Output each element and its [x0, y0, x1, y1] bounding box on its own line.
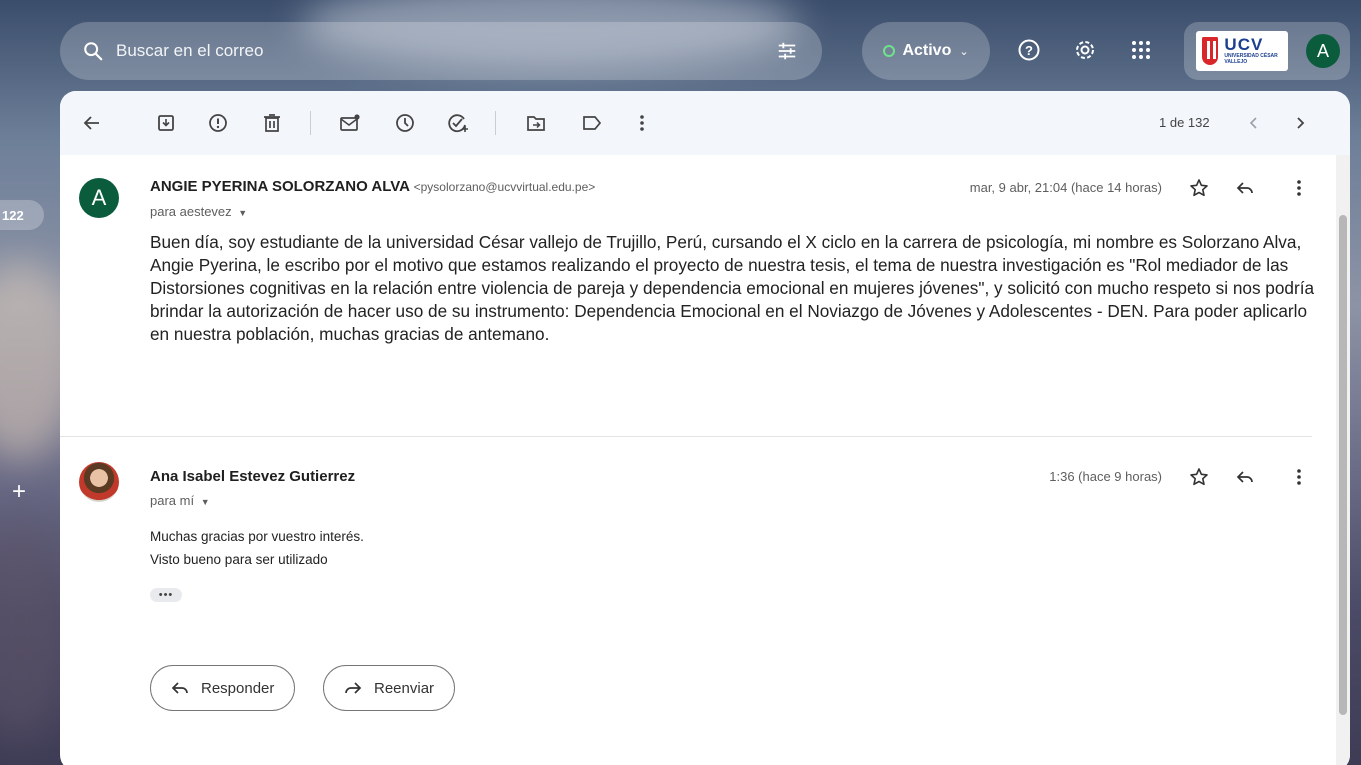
help-icon[interactable]: ?	[1016, 37, 1042, 63]
reply-icon[interactable]	[1234, 466, 1256, 488]
recipient-text: para aestevez	[150, 204, 232, 219]
message-body-line: Visto bueno para ser utilizado	[150, 552, 328, 567]
status-dropdown[interactable]: Activo ⌄	[862, 22, 990, 80]
scrollbar-thumb[interactable]	[1339, 215, 1347, 715]
move-to-folder-icon[interactable]	[524, 111, 548, 135]
recipient-details[interactable]: para mí ▼	[150, 493, 210, 508]
logo-text: UCV	[1224, 35, 1264, 54]
sender-photo-avatar[interactable]	[79, 462, 119, 502]
message-divider	[60, 436, 1312, 437]
search-icon	[84, 42, 103, 61]
chevron-down-icon: ⌄	[959, 45, 969, 58]
more-options-icon[interactable]	[630, 111, 654, 135]
message-more-options-icon[interactable]	[1288, 466, 1310, 488]
unread-count-badge[interactable]: 122	[0, 200, 44, 230]
recipient-text: para mí	[150, 493, 195, 508]
report-spam-icon[interactable]	[206, 111, 230, 135]
mark-unread-icon[interactable]	[338, 111, 362, 135]
label-tag-icon[interactable]	[580, 111, 604, 135]
message-date: 1:36 (hace 9 horas)	[1049, 469, 1162, 484]
pagination-count: 1 de 132	[1159, 115, 1210, 130]
apps-grid-icon[interactable]	[1128, 37, 1154, 63]
email-view: 1 de 132 A ANGIE PYERINA SOLORZANO ALVA …	[60, 91, 1350, 765]
logo-subtext: UNIVERSIDAD CÉSAR VALLEJO	[1224, 53, 1278, 65]
sender-avatar[interactable]: A	[79, 178, 119, 218]
reply-icon	[171, 682, 188, 694]
message-date: mar, 9 abr, 21:04 (hace 14 horas)	[969, 180, 1162, 195]
sender-name[interactable]: Ana Isabel Estevez Gutierrez	[150, 468, 355, 485]
status-dot-icon	[883, 45, 896, 57]
archive-icon[interactable]	[154, 111, 178, 135]
ucv-logo[interactable]: UCV UNIVERSIDAD CÉSAR VALLEJO	[1196, 31, 1288, 71]
reply-icon[interactable]	[1234, 177, 1256, 199]
toolbar-divider	[495, 111, 496, 135]
older-chevron-right-icon[interactable]	[1288, 111, 1312, 135]
recipient-details[interactable]: para aestevez ▼	[150, 204, 247, 219]
star-icon[interactable]	[1188, 466, 1210, 488]
forward-icon	[345, 682, 362, 694]
sender-name-text: ANGIE PYERINA SOLORZANO ALVA	[150, 178, 410, 195]
sender-email: <pysolorzano@ucvvirtual.edu.pe>	[413, 180, 596, 194]
star-icon[interactable]	[1188, 177, 1210, 199]
filter-options-icon[interactable]	[776, 40, 798, 62]
search-input[interactable]: Buscar en el correo	[116, 41, 263, 61]
top-bar: Buscar en el correo Activo ⌄ ? UCV UNIVE…	[0, 0, 1361, 100]
search-bar[interactable]: Buscar en el correo	[60, 22, 822, 80]
snooze-clock-icon[interactable]	[393, 111, 417, 135]
ucv-shield-icon	[1202, 37, 1219, 65]
delete-trash-icon[interactable]	[260, 111, 284, 135]
caret-down-icon: ▼	[238, 208, 248, 218]
message-body: Buen día, soy estudiante de la universid…	[150, 232, 1315, 344]
back-arrow-icon[interactable]	[80, 111, 104, 135]
add-icon[interactable]: +	[12, 478, 26, 506]
newer-chevron-left-icon[interactable]	[1242, 111, 1266, 135]
reply-button[interactable]: Responder	[150, 665, 296, 711]
account-avatar[interactable]: A	[1306, 34, 1340, 68]
sender-name[interactable]: ANGIE PYERINA SOLORZANO ALVA <pysolorzan…	[150, 178, 595, 195]
message-more-options-icon[interactable]	[1288, 177, 1310, 199]
reply-label: Responder	[201, 679, 275, 697]
forward-button[interactable]: Reenviar	[323, 665, 456, 711]
email-toolbar: 1 de 132	[60, 91, 1350, 155]
caret-down-icon: ▼	[200, 497, 210, 507]
message-body-line: Muchas gracias por vuestro interés.	[150, 529, 364, 544]
forward-label: Reenviar	[374, 679, 435, 697]
status-label: Activo	[902, 42, 952, 59]
toolbar-divider	[310, 111, 311, 135]
show-trimmed-content-button[interactable]: •••	[150, 588, 182, 602]
svg-text:?: ?	[1025, 43, 1033, 58]
add-task-icon[interactable]	[446, 111, 470, 135]
settings-gear-icon[interactable]	[1072, 37, 1098, 63]
